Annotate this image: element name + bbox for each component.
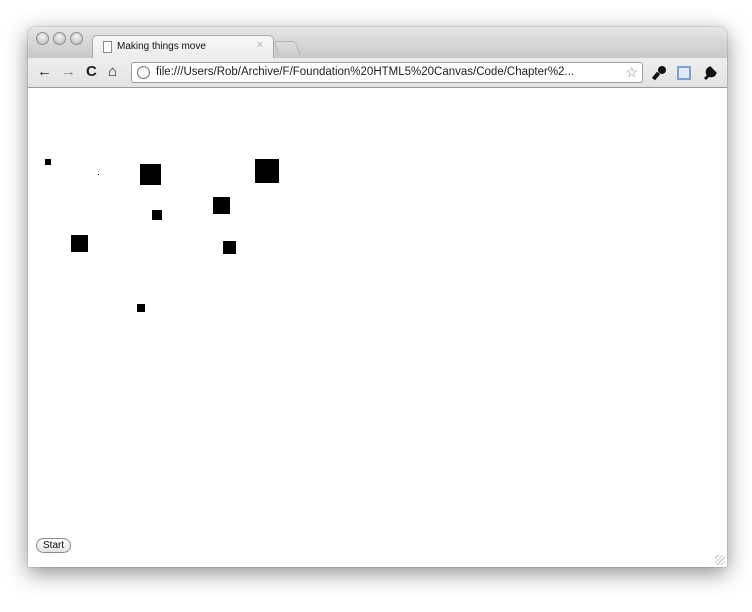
title-bar: Making things move × bbox=[28, 27, 727, 59]
navigation-toolbar: ← → C ⌂ file:///Users/Rob/Archive/F/Foun… bbox=[28, 58, 727, 88]
forward-icon[interactable]: → bbox=[61, 63, 76, 81]
moving-square bbox=[45, 159, 51, 165]
moving-square bbox=[152, 210, 162, 220]
page-icon bbox=[103, 41, 112, 53]
back-icon[interactable]: ← bbox=[37, 63, 52, 81]
minimize-window-button[interactable] bbox=[53, 32, 66, 45]
start-button[interactable]: Start bbox=[36, 538, 72, 553]
canvas-area: Start bbox=[28, 88, 727, 567]
resize-grip[interactable] bbox=[715, 555, 725, 565]
page-menu-icon[interactable] bbox=[676, 65, 692, 81]
developer-tools-icon[interactable] bbox=[652, 65, 668, 81]
tab-making-things-move[interactable]: Making things move × bbox=[92, 35, 274, 59]
tab-close-icon[interactable]: × bbox=[257, 39, 263, 51]
zoom-window-button[interactable] bbox=[70, 32, 83, 45]
moving-square bbox=[255, 159, 279, 183]
globe-icon bbox=[137, 66, 150, 79]
tab-title: Making things move bbox=[117, 41, 206, 52]
home-icon[interactable]: ⌂ bbox=[108, 63, 117, 81]
moving-square bbox=[140, 164, 161, 185]
moving-square bbox=[223, 241, 236, 254]
close-window-button[interactable] bbox=[36, 32, 49, 45]
browser-window: Making things move × ← → C ⌂ file:///Use… bbox=[28, 27, 727, 567]
wrench-icon[interactable] bbox=[702, 65, 718, 81]
address-bar[interactable]: file:///Users/Rob/Archive/F/Foundation%2… bbox=[131, 62, 643, 83]
bookmark-star-icon[interactable]: ☆ bbox=[625, 64, 638, 81]
moving-square bbox=[137, 304, 145, 312]
new-tab-button[interactable] bbox=[273, 41, 301, 55]
moving-square bbox=[98, 174, 99, 175]
moving-square bbox=[71, 235, 88, 252]
url-text[interactable]: file:///Users/Rob/Archive/F/Foundation%2… bbox=[156, 66, 616, 78]
moving-square bbox=[213, 197, 230, 214]
reload-icon[interactable]: C bbox=[86, 63, 97, 81]
